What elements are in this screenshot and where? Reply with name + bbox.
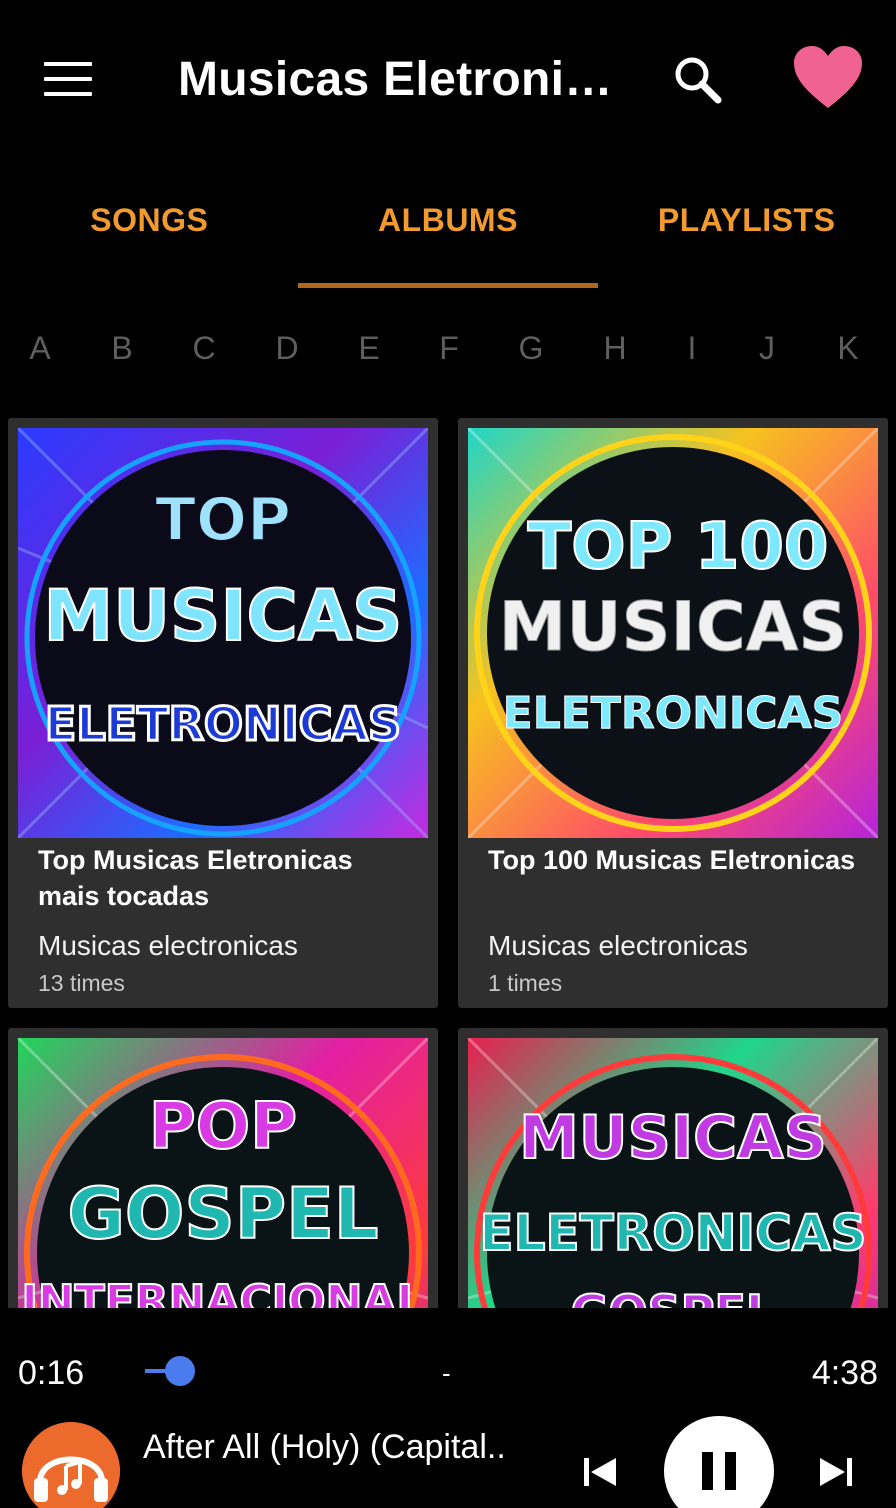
skip-previous-icon[interactable] <box>580 1452 620 1492</box>
mini-player: 0:16 - 4:38 After All (Holy) (Capital.. <box>0 1308 896 1508</box>
hamburger-menu-icon[interactable] <box>44 62 92 96</box>
tab-bar: SONGS ALBUMS PLAYLISTS <box>0 160 896 290</box>
alpha-letter-g[interactable]: G <box>511 330 551 367</box>
heart-icon[interactable] <box>792 44 864 110</box>
album-art: POP GOSPEL INTERNACIONAL <box>18 1038 428 1308</box>
tab-albums[interactable]: ALBUMS <box>299 160 598 290</box>
album-art-text: MUSICAS <box>44 575 403 657</box>
pause-icon <box>702 1452 736 1490</box>
album-title: Top 100 Musicas Eletronicas <box>488 845 856 875</box>
alpha-letter-b[interactable]: B <box>102 330 142 367</box>
album-art-text: TOP 100 <box>528 510 829 584</box>
album-card[interactable]: TOP 100 MUSICAS ELETRONICAS Top 100 Musi… <box>458 418 888 1008</box>
album-art: TOP MUSICAS ELETRONICAS <box>18 428 428 838</box>
tab-songs[interactable]: SONGS <box>0 160 299 290</box>
tab-playlists[interactable]: PLAYLISTS <box>597 160 896 290</box>
album-artist: Musicas electronicas <box>38 930 298 961</box>
now-playing-title: After All (Holy) (Capital.. <box>143 1428 506 1466</box>
album-art-text: MUSICAS <box>519 1103 827 1173</box>
time-separator: - <box>442 1358 451 1388</box>
alpha-letter-h[interactable]: H <box>595 330 635 367</box>
album-title: Top Musicas Eletronicas mais tocadas <box>38 845 353 911</box>
alpha-letter-c[interactable]: C <box>184 330 224 367</box>
skip-next-icon[interactable] <box>816 1452 856 1492</box>
album-art-text: GOSPEL <box>67 1173 378 1255</box>
album-art-text: INTERNACIONAL <box>21 1276 424 1308</box>
album-grid: TOP MUSICAS ELETRONICAS Top Musicas Elet… <box>8 418 888 1308</box>
alpha-letter-d[interactable]: D <box>267 330 307 367</box>
album-play-count: 1 times <box>488 970 563 996</box>
album-art-text: POP <box>149 1090 297 1164</box>
alphabet-index: A B C D E F G H I J K <box>0 320 896 380</box>
app-bar: Musicas Eletronic… <box>0 0 896 160</box>
headphones-music-icon <box>22 1422 120 1508</box>
app-title: Musicas Eletronic… <box>178 53 618 106</box>
album-art-text: ELETRONICAS <box>503 688 844 739</box>
album-art-text: MUSICAS <box>499 588 848 667</box>
album-art-text: ELETRONICAS <box>45 697 401 751</box>
alpha-letter-j[interactable]: J <box>747 330 787 367</box>
album-play-count: 13 times <box>38 970 125 996</box>
pause-button[interactable] <box>664 1416 774 1508</box>
album-art: MUSICAS ELETRONICAS GOSPEL <box>468 1038 878 1308</box>
album-card[interactable]: POP GOSPEL INTERNACIONAL <box>8 1028 438 1308</box>
current-time: 0:16 <box>18 1354 85 1392</box>
alpha-letter-k[interactable]: K <box>828 330 868 367</box>
album-art-text: TOP <box>155 485 291 555</box>
album-card[interactable]: TOP MUSICAS ELETRONICAS Top Musicas Elet… <box>8 418 438 1008</box>
album-artist: Musicas electronicas <box>488 930 748 961</box>
album-art-text: ELETRONICAS <box>479 1204 866 1262</box>
album-art: TOP 100 MUSICAS ELETRONICAS <box>468 428 878 838</box>
search-icon[interactable] <box>672 54 724 106</box>
now-playing-art[interactable] <box>22 1422 120 1508</box>
album-card[interactable]: MUSICAS ELETRONICAS GOSPEL <box>458 1028 888 1308</box>
alpha-letter-e[interactable]: E <box>349 330 389 367</box>
seek-bar-thumb[interactable] <box>165 1356 195 1386</box>
album-art-text: GOSPEL <box>571 1285 775 1308</box>
total-time: 4:38 <box>811 1354 878 1392</box>
alpha-letter-f[interactable]: F <box>429 330 469 367</box>
alpha-letter-i[interactable]: I <box>672 330 712 367</box>
alpha-letter-a[interactable]: A <box>20 330 60 367</box>
selected-tab-indicator <box>298 283 598 288</box>
